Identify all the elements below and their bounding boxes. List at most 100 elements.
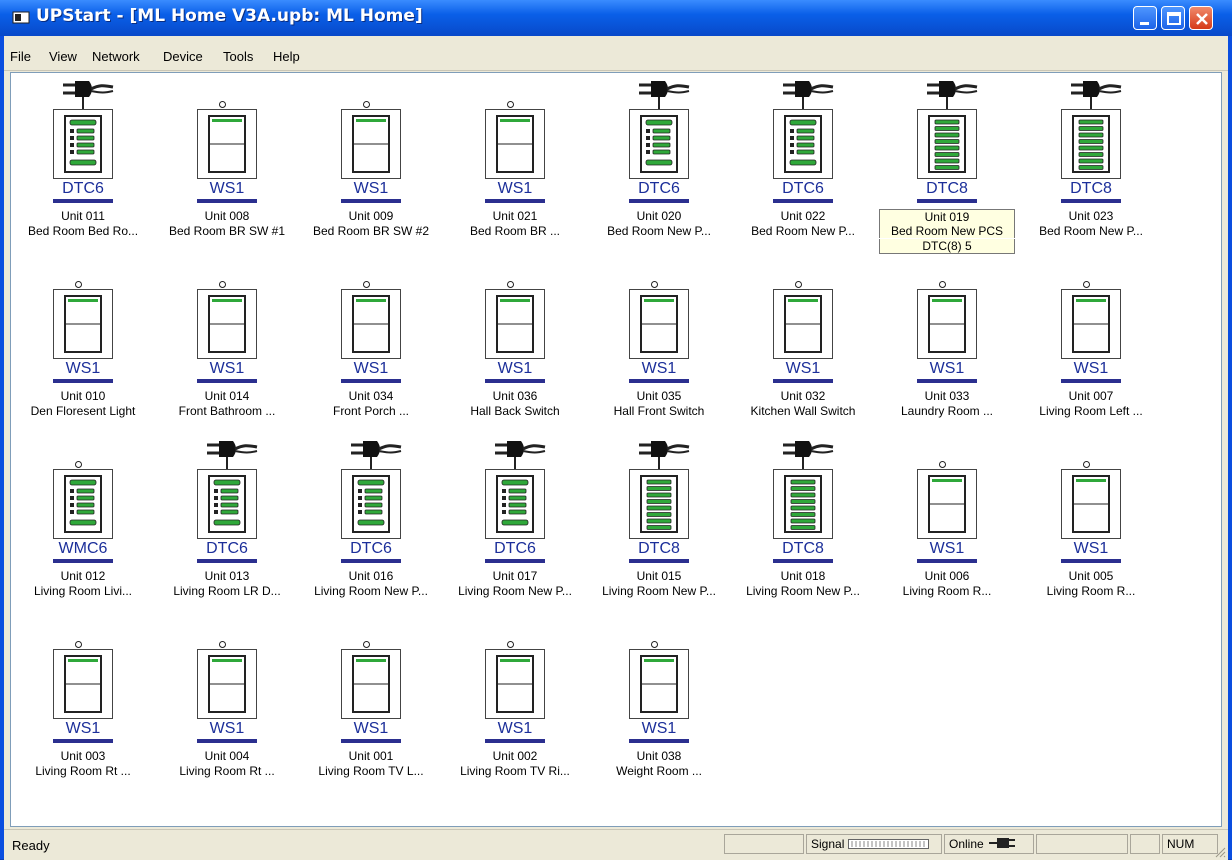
keypad-6-button-icon bbox=[496, 475, 534, 533]
model-underline bbox=[53, 559, 113, 563]
menu-bar: File View Network Device Tools Help bbox=[4, 36, 1228, 71]
device-tile[interactable]: DTC8 Unit 018 Living Room New P... bbox=[731, 439, 875, 609]
menu-help[interactable]: Help bbox=[273, 49, 300, 64]
status-bar: Ready Signal Online NUM bbox=[4, 829, 1228, 860]
device-unit-label: Unit 016 bbox=[348, 569, 394, 583]
keypad-8-button-icon bbox=[928, 115, 966, 173]
device-name-label: Bed Room New P... bbox=[607, 224, 711, 238]
device-name-label: Living Room LR D... bbox=[173, 584, 281, 598]
menu-file[interactable]: File bbox=[10, 49, 31, 64]
switch-rocker-icon bbox=[352, 295, 390, 353]
device-name-label: Living Room TV L... bbox=[318, 764, 424, 778]
device-tile[interactable]: WS1 Unit 021 Bed Room BR ... bbox=[443, 79, 587, 249]
device-tile[interactable]: DTC8 Unit 023 Bed Room New P... bbox=[1019, 79, 1163, 249]
status-led-icon bbox=[939, 281, 946, 288]
device-tile[interactable]: WMC6 Unit 012 Living Room Livi... bbox=[11, 439, 155, 609]
device-tile[interactable]: WS1 Unit 034 Front Porch ... bbox=[299, 259, 443, 429]
menu-network[interactable]: Network bbox=[92, 49, 140, 64]
switch-rocker-icon bbox=[784, 295, 822, 353]
device-tile[interactable]: DTC6 Unit 016 Living Room New P... bbox=[299, 439, 443, 609]
device-tile[interactable]: WS1 Unit 002 Living Room TV Ri... bbox=[443, 619, 587, 789]
device-unit-label: Unit 022 bbox=[780, 209, 826, 223]
device-tile[interactable]: WS1 Unit 001 Living Room TV L... bbox=[299, 619, 443, 789]
maximize-button[interactable] bbox=[1161, 6, 1185, 30]
status-panel bbox=[724, 834, 804, 854]
device-tile[interactable]: WS1 Unit 033 Laundry Room ... bbox=[875, 259, 1019, 429]
device-tile[interactable]: WS1 Unit 009 Bed Room BR SW #2 bbox=[299, 79, 443, 249]
device-tile[interactable]: WS1 Unit 005 Living Room R... bbox=[1019, 439, 1163, 609]
switch-rocker-icon bbox=[928, 295, 966, 353]
device-tile[interactable]: DTC8 Unit 015 Living Room New P... bbox=[587, 439, 731, 609]
device-tile[interactable]: WS1 Unit 038 Weight Room ... bbox=[587, 619, 731, 789]
device-model: WS1 bbox=[641, 360, 677, 377]
switch-rocker-icon bbox=[496, 295, 534, 353]
device-tile[interactable]: WS1 Unit 014 Front Bathroom ... bbox=[155, 259, 299, 429]
device-unit-label: Unit 032 bbox=[780, 389, 826, 403]
device-list-view[interactable]: DTC6 Unit 011 Bed Room Bed Ro... WS1 Unit 00… bbox=[10, 72, 1222, 827]
keypad-6-button-icon bbox=[64, 475, 102, 533]
device-tile[interactable]: DTC8 Unit 019 Bed Room New PCS DTC(8) 5 bbox=[875, 79, 1019, 254]
device-faceplate bbox=[341, 649, 401, 719]
device-model: WS1 bbox=[497, 360, 533, 377]
device-tile[interactable]: WS1 Unit 035 Hall Front Switch bbox=[587, 259, 731, 429]
close-button[interactable] bbox=[1189, 6, 1213, 30]
device-tile[interactable]: WS1 Unit 007 Living Room Left ... bbox=[1019, 259, 1163, 429]
online-label: Online bbox=[949, 837, 984, 851]
device-tile[interactable]: DTC6 Unit 022 Bed Room New P... bbox=[731, 79, 875, 249]
switch-rocker-icon bbox=[640, 295, 678, 353]
menu-tools[interactable]: Tools bbox=[223, 49, 253, 64]
online-panel: Online bbox=[944, 834, 1034, 854]
switch-rocker-icon bbox=[208, 295, 246, 353]
model-underline bbox=[197, 739, 257, 743]
plug-icon bbox=[927, 81, 978, 109]
device-tile[interactable]: WS1 Unit 008 Bed Room BR SW #1 bbox=[155, 79, 299, 249]
device-name-label: Front Porch ... bbox=[332, 404, 410, 418]
device-faceplate bbox=[197, 649, 257, 719]
status-led-icon bbox=[219, 641, 226, 648]
status-led-icon bbox=[219, 101, 226, 108]
device-tile[interactable]: DTC6 Unit 020 Bed Room New P... bbox=[587, 79, 731, 249]
model-underline bbox=[485, 559, 545, 563]
device-unit-label: Unit 023 bbox=[1068, 209, 1114, 223]
model-underline bbox=[341, 739, 401, 743]
device-faceplate bbox=[485, 289, 545, 359]
status-led-icon bbox=[1083, 461, 1090, 468]
device-tile[interactable]: DTC6 Unit 013 Living Room LR D... bbox=[155, 439, 299, 609]
device-faceplate bbox=[485, 649, 545, 719]
device-name-label: Hall Front Switch bbox=[613, 404, 705, 418]
model-underline bbox=[197, 559, 257, 563]
title-bar[interactable]: UPStart - [ML Home V3A.upb: ML Home] bbox=[0, 0, 1232, 36]
resize-grip-icon[interactable] bbox=[1214, 846, 1226, 858]
close-icon bbox=[1196, 13, 1208, 25]
device-model: WS1 bbox=[785, 360, 821, 377]
device-tile[interactable]: WS1 Unit 003 Living Room Rt ... bbox=[11, 619, 155, 789]
device-tile[interactable]: DTC6 Unit 011 Bed Room Bed Ro... bbox=[11, 79, 155, 249]
model-underline bbox=[197, 199, 257, 203]
online-plug-icon bbox=[989, 838, 1016, 848]
device-unit-label: Unit 006 bbox=[924, 569, 970, 583]
device-model: WS1 bbox=[209, 180, 245, 197]
device-name-label: Living Room Left ... bbox=[1039, 404, 1143, 418]
device-faceplate bbox=[485, 109, 545, 179]
model-underline bbox=[917, 559, 977, 563]
device-tile[interactable]: WS1 Unit 006 Living Room R... bbox=[875, 439, 1019, 609]
menu-device[interactable]: Device bbox=[163, 49, 203, 64]
device-model: DTC6 bbox=[62, 180, 104, 197]
device-tile[interactable]: WS1 Unit 032 Kitchen Wall Switch bbox=[731, 259, 875, 429]
device-model: WS1 bbox=[929, 540, 965, 557]
device-name-label: Den Floresent Light bbox=[30, 404, 136, 418]
device-model: DTC8 bbox=[638, 540, 680, 557]
menu-view[interactable]: View bbox=[49, 49, 77, 64]
device-model: WS1 bbox=[353, 720, 389, 737]
device-tile[interactable]: DTC6 Unit 017 Living Room New P... bbox=[443, 439, 587, 609]
device-model: DTC6 bbox=[494, 540, 536, 557]
device-faceplate bbox=[917, 109, 977, 179]
device-tile[interactable]: WS1 Unit 010 Den Floresent Light bbox=[11, 259, 155, 429]
num-lock-indicator: NUM bbox=[1167, 837, 1195, 851]
device-tile[interactable]: WS1 Unit 004 Living Room Rt ... bbox=[155, 619, 299, 789]
device-faceplate bbox=[1061, 109, 1121, 179]
device-tile[interactable]: WS1 Unit 036 Hall Back Switch bbox=[443, 259, 587, 429]
model-underline bbox=[629, 199, 689, 203]
status-panel-blank bbox=[1036, 834, 1128, 854]
minimize-button[interactable] bbox=[1133, 6, 1157, 30]
